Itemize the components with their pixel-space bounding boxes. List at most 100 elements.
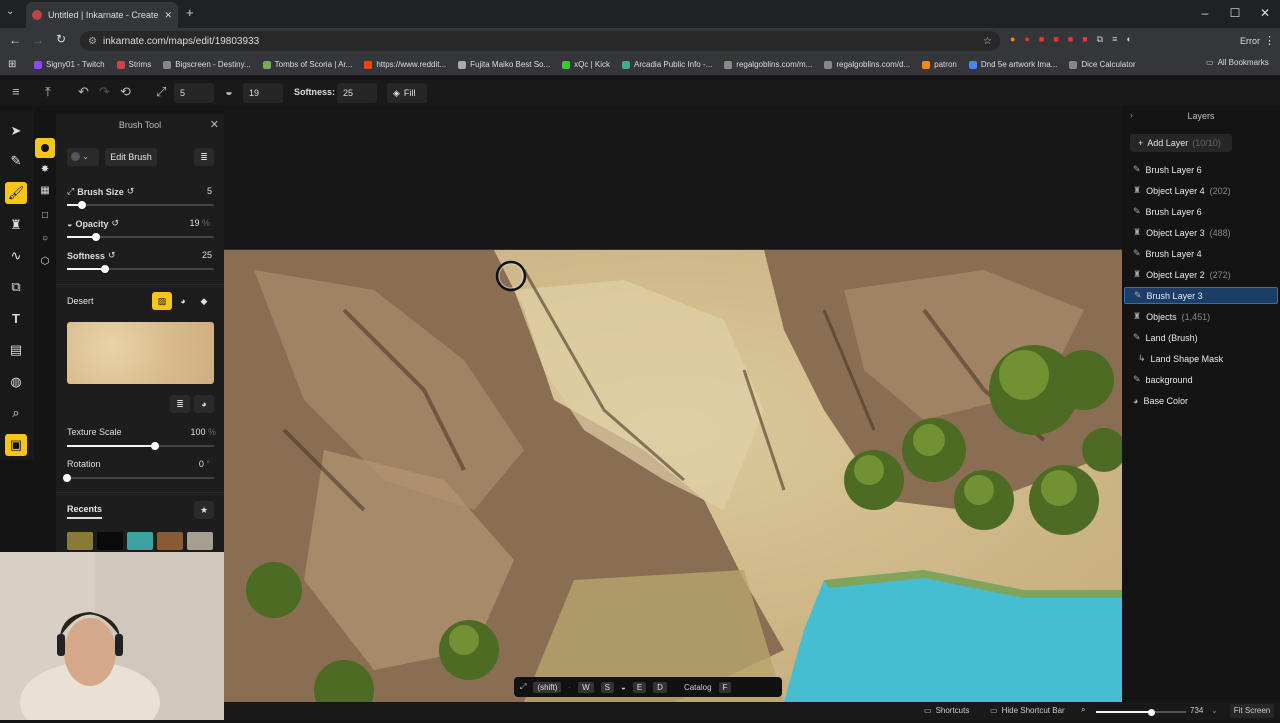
object-tool-icon[interactable]: ♜ — [5, 214, 27, 236]
url-field[interactable]: ⚙ inkarnate.com/maps/edit/19803933 ☆ — [80, 31, 1000, 51]
texture-scale-slider[interactable] — [67, 442, 214, 450]
star-brush-icon[interactable]: ✸ — [39, 164, 51, 176]
maximize-icon[interactable]: ☐ — [1220, 4, 1250, 22]
bookmark-item[interactable]: https://www.reddit... — [364, 60, 446, 69]
zoom-dropdown-icon[interactable]: ⌄ — [1211, 706, 1218, 715]
layer-item[interactable]: ✎ Brush Layer 6 — [1124, 161, 1278, 178]
texture-scale-value[interactable]: 100 % — [190, 427, 216, 437]
recent-texture-swatch[interactable] — [67, 532, 93, 550]
layer-item[interactable]: ↳ Land Shape Mask — [1124, 350, 1278, 367]
brush-size-slider[interactable] — [67, 201, 214, 209]
recent-texture-swatch[interactable] — [97, 532, 123, 550]
layer-item[interactable]: ♜ Object Layer 2 (272) — [1124, 266, 1278, 283]
object-stamp-icon[interactable]: ✎ — [5, 150, 27, 172]
fit-screen-button[interactable]: Fit Screen — [1230, 704, 1274, 718]
undo-icon[interactable]: ↶ — [78, 84, 89, 100]
bookmark-item[interactable]: Signy01 - Twitch — [34, 60, 105, 69]
extension-icon[interactable]: ■ — [1053, 34, 1058, 45]
reset-icon[interactable]: ↺ — [127, 186, 135, 197]
layer-item[interactable]: ♜ Objects (1,451) — [1124, 308, 1278, 325]
brush-tool-icon[interactable]: 🖌 — [5, 182, 27, 204]
zoom-slider[interactable] — [1096, 708, 1186, 716]
select-arrow-icon[interactable]: ➤ — [5, 120, 27, 142]
texture-pattern-icon[interactable]: ▨ — [152, 292, 172, 310]
minimize-icon[interactable]: – — [1190, 4, 1220, 22]
shortcuts-button[interactable]: ▭ Shortcuts — [924, 706, 969, 715]
grid-brush-icon[interactable]: ▦ — [39, 185, 51, 197]
brush-size-value[interactable]: 5 — [207, 186, 212, 196]
bookmark-item[interactable]: regalgoblins.com/d... — [824, 60, 910, 69]
redo-icon[interactable]: ↷ — [99, 84, 110, 100]
layer-item[interactable]: ✎ Land (Brush) — [1124, 329, 1278, 346]
opacity-value[interactable]: 19 % — [189, 218, 210, 228]
error-button[interactable]: Error — [1240, 36, 1260, 46]
layer-item[interactable]: ✎ background — [1124, 371, 1278, 388]
toolbar-size-input[interactable]: 5 — [174, 83, 214, 103]
document-icon[interactable]: ▤ — [5, 339, 27, 361]
bookmark-item[interactable]: Dnd 5e artwork Ima... — [968, 60, 1057, 69]
eraser-icon[interactable]: ◆ — [194, 292, 214, 310]
path-tool-icon[interactable]: ∿ — [5, 245, 27, 267]
slider-handle[interactable] — [1147, 708, 1155, 716]
save-icon[interactable]: ▣ — [5, 434, 27, 456]
bookmark-item[interactable]: Tombs of Scoria | Ar... — [262, 60, 352, 69]
history-icon[interactable]: ⟲ — [120, 84, 131, 100]
bookmark-item[interactable]: patron — [922, 60, 957, 69]
texture-preview[interactable] — [67, 322, 214, 384]
recent-texture-swatch[interactable] — [127, 532, 153, 550]
bookmark-item[interactable]: Dice Calculator — [1069, 60, 1136, 69]
extension-icon[interactable]: ■ — [1039, 34, 1044, 45]
layer-item[interactable]: ✎ Brush Layer 4 — [1124, 245, 1278, 262]
browser-tab[interactable]: Untitled | Inkarnate - Create Fa ✕ — [26, 2, 178, 28]
reading-list-icon[interactable]: ≡ — [1112, 34, 1117, 45]
edit-brush-button[interactable]: Edit Brush — [105, 148, 157, 166]
shape-tool-icon[interactable]: ⧉ — [5, 276, 27, 298]
profile-icon[interactable]: ◐ — [1126, 34, 1131, 45]
rotation-slider[interactable] — [63, 474, 214, 482]
extension-icon[interactable]: ● — [1010, 34, 1015, 45]
close-window-icon[interactable]: ✕ — [1250, 4, 1280, 22]
extensions-puzzle-icon[interactable]: ⧉ — [1097, 34, 1103, 45]
close-tab-icon[interactable]: ✕ — [164, 10, 172, 21]
opacity-slider[interactable] — [67, 233, 214, 241]
back-icon[interactable]: ← — [9, 33, 21, 47]
polygon-brush-icon[interactable]: ⬡ — [39, 256, 51, 268]
layer-item[interactable]: ✎ Brush Layer 3 — [1124, 287, 1278, 304]
rotation-value[interactable]: 0 ° — [199, 459, 210, 469]
bookmark-star-icon[interactable]: ☆ — [983, 36, 992, 47]
texture-settings-icon[interactable]: ≣ — [170, 395, 190, 413]
layer-item[interactable]: ◕ Base Color — [1124, 392, 1278, 409]
brush-preset-dropdown[interactable]: ⌄ — [67, 148, 99, 166]
recents-tab[interactable]: Recents — [67, 504, 103, 519]
reset-icon[interactable]: ↺ — [111, 218, 119, 229]
slider-handle[interactable] — [151, 442, 160, 450]
extension-icon[interactable]: ■ — [1068, 34, 1073, 45]
apps-grid-icon[interactable]: ⊞ — [8, 59, 16, 70]
hamburger-menu-icon[interactable]: ≡ — [12, 84, 20, 99]
new-tab-icon[interactable]: + — [186, 5, 194, 20]
globe-icon[interactable]: ◍ — [5, 371, 27, 393]
bookmark-item[interactable]: Bigscreen - Destiny... — [163, 60, 251, 69]
close-panel-icon[interactable]: ✕ — [210, 118, 219, 131]
forward-icon[interactable]: → — [32, 33, 44, 47]
menu-dots-icon[interactable]: ⋮ — [1264, 34, 1275, 47]
softness-slider[interactable] — [67, 265, 214, 273]
site-info-icon[interactable]: ⚙ — [88, 36, 97, 47]
layer-item[interactable]: ♜ Object Layer 3 (488) — [1124, 224, 1278, 241]
recent-texture-swatch[interactable] — [187, 532, 213, 550]
export-icon[interactable]: ⤒ — [45, 84, 51, 100]
slider-handle[interactable] — [77, 201, 86, 209]
hide-shortcut-bar-button[interactable]: ▭ Hide Shortcut Bar — [990, 706, 1065, 715]
toolbar-opacity-input[interactable]: 19 — [243, 83, 283, 103]
bookmark-item[interactable]: regalgoblins.com/m... — [724, 60, 812, 69]
square-brush-icon[interactable]: □ — [39, 210, 51, 222]
all-bookmarks[interactable]: ▭ All Bookmarks — [1206, 58, 1269, 67]
extension-icon[interactable]: ■ — [1082, 34, 1087, 45]
fill-button[interactable]: ◈ Fill — [387, 83, 427, 103]
reload-icon[interactable]: ↻ — [56, 32, 66, 46]
map-canvas[interactable] — [224, 106, 1122, 702]
toolbar-softness-input[interactable]: 25 — [337, 83, 377, 103]
bookmark-item[interactable]: xQc | Kick — [562, 60, 610, 69]
slider-handle[interactable] — [92, 233, 101, 241]
layer-item[interactable]: ✎ Brush Layer 6 — [1124, 203, 1278, 220]
